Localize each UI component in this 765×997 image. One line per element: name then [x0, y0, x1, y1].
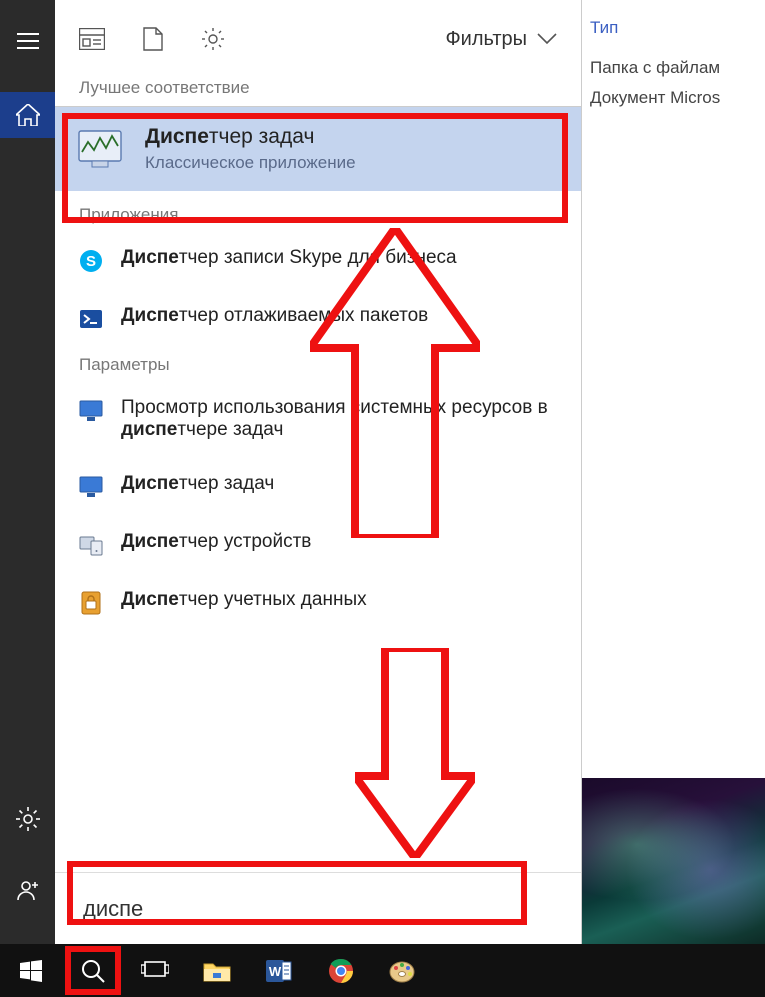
home-button[interactable]: [0, 92, 55, 138]
result-text: Диспетчер отлаживаемых пакетов: [121, 305, 428, 327]
setting-result-credential-manager[interactable]: Диспетчер учетных данных: [55, 579, 581, 625]
result-text: Просмотр использования системных ресурсо…: [121, 397, 557, 441]
feedback-rail-button[interactable]: [0, 868, 55, 914]
search-input[interactable]: [83, 896, 553, 922]
explorer-column-header[interactable]: Тип: [590, 18, 760, 38]
file-explorer-taskbar[interactable]: [186, 944, 248, 997]
setting-result-taskmgr[interactable]: Диспетчер задач: [55, 463, 581, 509]
taskbar: W: [0, 944, 765, 997]
devices-icon: [79, 533, 103, 557]
settings-rail-button[interactable]: [0, 796, 55, 842]
home-icon: [16, 104, 40, 126]
setting-result-resources[interactable]: Просмотр использования системных ресурсо…: [55, 387, 581, 451]
paint-icon: [389, 959, 417, 983]
search-icon: [81, 959, 105, 983]
section-settings: Параметры: [55, 355, 581, 377]
credentials-icon: [79, 591, 103, 615]
app-result-powershell[interactable]: Диспетчер отлаживаемых пакетов: [55, 295, 581, 341]
gear-icon: [16, 807, 40, 831]
settings-result-list: Просмотр использования системных ресурсо…: [55, 377, 581, 631]
section-apps: Приложения: [55, 205, 581, 227]
start-button[interactable]: [0, 944, 62, 997]
svg-text:S: S: [86, 253, 96, 270]
monitor-icon: [79, 399, 103, 423]
result-text: Диспетчер задач: [121, 473, 274, 495]
gear-icon: [201, 27, 225, 51]
chevron-down-icon: [537, 33, 557, 45]
hamburger-menu-button[interactable]: [0, 18, 55, 64]
result-text: Диспетчер записи Skype для бизнеса: [121, 247, 457, 269]
skype-icon: S: [79, 249, 103, 273]
chrome-icon: [328, 958, 354, 984]
person-icon: [17, 880, 39, 902]
svg-text:W: W: [269, 964, 282, 979]
apps-result-list: S Диспетчер записи Skype для бизнеса Дис…: [55, 227, 581, 347]
menu-icon: [17, 33, 39, 49]
best-match-title: Диспетчер задач: [145, 125, 356, 149]
paint-taskbar[interactable]: [372, 944, 434, 997]
search-input-area[interactable]: [55, 872, 581, 944]
cortana-search-button[interactable]: [62, 944, 124, 997]
chrome-taskbar[interactable]: [310, 944, 372, 997]
filters-dropdown[interactable]: Фильтры: [445, 28, 557, 51]
apps-filter-button[interactable]: [79, 28, 105, 50]
monitor-icon: [79, 475, 103, 499]
cortana-left-rail: [0, 0, 55, 944]
explorer-cell[interactable]: Документ Micros: [590, 88, 760, 108]
document-icon: [143, 27, 163, 51]
word-taskbar[interactable]: W: [248, 944, 310, 997]
documents-filter-button[interactable]: [143, 27, 163, 51]
news-icon: [79, 28, 105, 50]
setting-result-device-manager[interactable]: Диспетчер устройств: [55, 521, 581, 567]
result-text: Диспетчер устройств: [121, 531, 311, 553]
settings-filter-button[interactable]: [201, 27, 225, 51]
word-icon: W: [266, 958, 292, 984]
windows-icon: [20, 960, 42, 982]
search-panel-header: Фильтры: [55, 0, 581, 78]
task-manager-icon: [77, 126, 123, 172]
filters-label: Фильтры: [445, 28, 527, 51]
best-match-subtitle: Классическое приложение: [145, 153, 356, 173]
task-view-button[interactable]: [124, 944, 186, 997]
best-match-result[interactable]: Диспетчер задач Классическое приложение: [55, 107, 581, 191]
explorer-column-peek: Тип Папка с файлам Документ Micros: [590, 18, 760, 118]
powershell-icon: [79, 307, 103, 331]
folder-icon: [203, 960, 231, 982]
result-text: Диспетчер учетных данных: [121, 589, 367, 611]
explorer-cell[interactable]: Папка с файлам: [590, 58, 760, 78]
desktop-wallpaper: [582, 778, 765, 944]
cortana-search-panel: Фильтры Лучшее соответствие Диспетчер за…: [55, 0, 582, 944]
task-view-icon: [141, 961, 169, 981]
app-result-skype[interactable]: S Диспетчер записи Skype для бизнеса: [55, 237, 581, 283]
section-best-match: Лучшее соответствие: [55, 78, 581, 107]
